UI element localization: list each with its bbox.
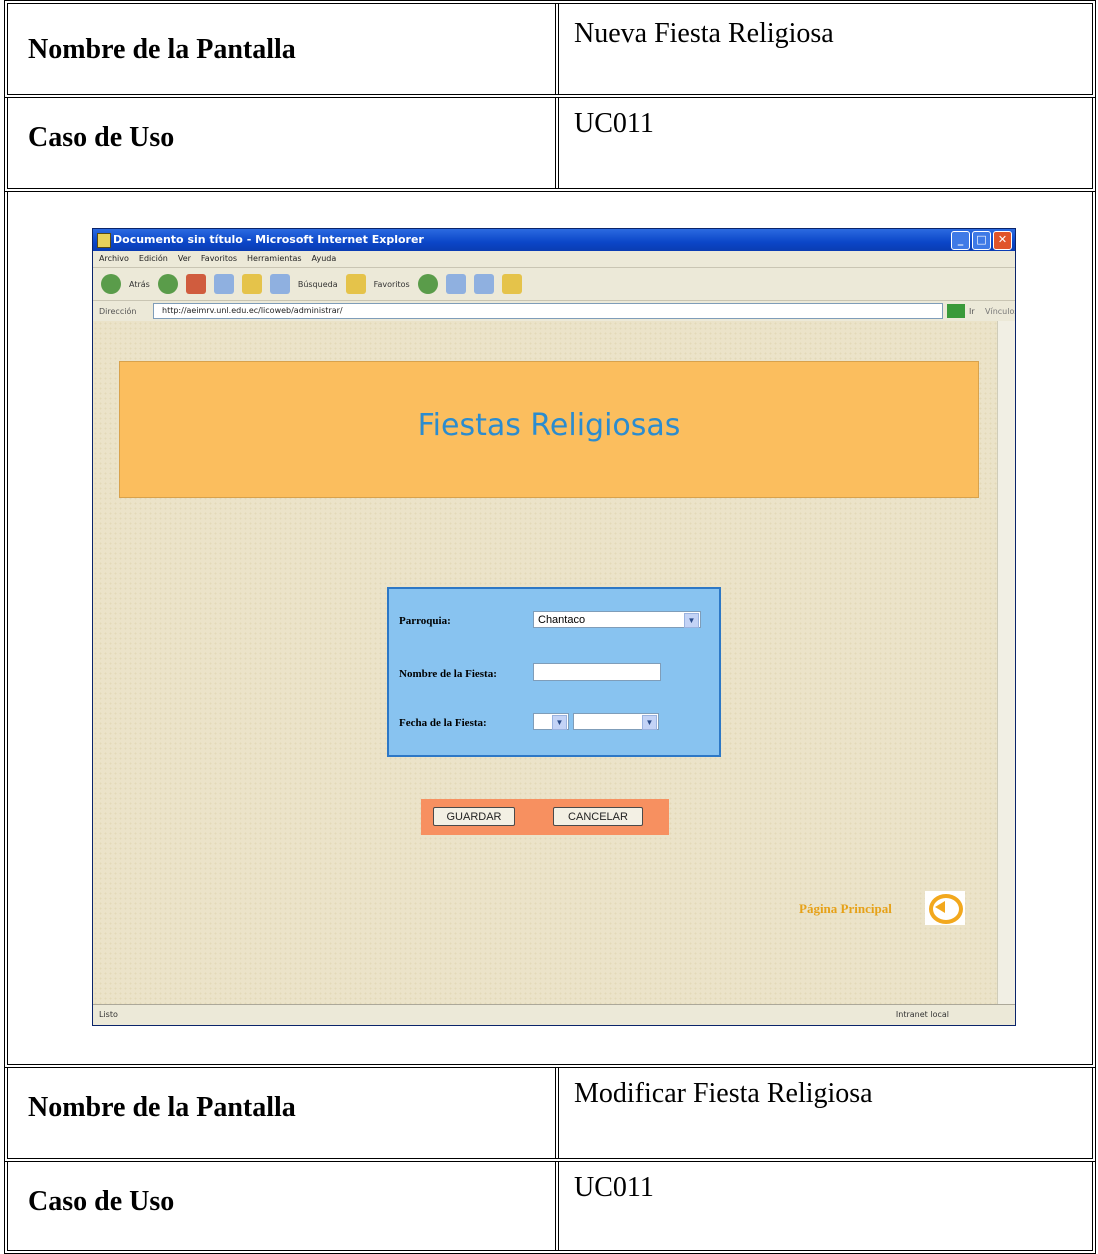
row-screen-name-2: Nombre de la Pantalla Modificar Fiesta R… bbox=[4, 1068, 1096, 1162]
banner: Fiestas Religiosas bbox=[119, 361, 979, 498]
fecha-day-select[interactable]: ▼ bbox=[533, 713, 569, 730]
parroquia-select[interactable]: Chantaco ▼ bbox=[533, 611, 701, 628]
save-button[interactable]: GUARDAR bbox=[433, 807, 515, 826]
row-use-case-1: Caso de Uso UC011 bbox=[4, 98, 1096, 192]
address-input[interactable]: http://aeimrv.unl.edu.ec/licoweb/adminis… bbox=[153, 303, 943, 319]
row-use-case-2: Caso de Uso UC011 bbox=[4, 1162, 1096, 1254]
menu-bar: Archivo Edición Ver Favoritos Herramient… bbox=[93, 251, 1015, 267]
label-use-case-2: Caso de Uso bbox=[28, 1186, 175, 1217]
menu-herramientas[interactable]: Herramientas bbox=[247, 251, 302, 267]
menu-favoritos[interactable]: Favoritos bbox=[201, 251, 237, 267]
parroquia-label: Parroquia: bbox=[399, 615, 451, 627]
status-text: Listo bbox=[99, 1010, 118, 1019]
button-bar: GUARDAR CANCELAR bbox=[421, 799, 669, 835]
fecha-month-select[interactable]: ▼ bbox=[573, 713, 659, 730]
cancel-button[interactable]: CANCELAR bbox=[553, 807, 643, 826]
ie-page-icon bbox=[97, 233, 111, 248]
mail-icon[interactable] bbox=[445, 274, 466, 294]
banner-title: Fiestas Religiosas bbox=[417, 408, 681, 443]
label-screen-name: Nombre de la Pantalla bbox=[28, 34, 296, 65]
minimize-icon[interactable]: _ bbox=[951, 231, 970, 250]
chevron-down-icon[interactable]: ▼ bbox=[684, 613, 699, 628]
favorites-icon[interactable] bbox=[345, 274, 366, 294]
parroquia-value: Chantaco bbox=[538, 614, 586, 626]
value-screen-name: Nueva Fiesta Religiosa bbox=[574, 18, 834, 49]
address-label: Dirección bbox=[99, 306, 137, 316]
home-link[interactable]: Página Principal bbox=[799, 901, 892, 917]
browser-title: Documento sin título - Microsoft Interne… bbox=[113, 233, 424, 246]
label-use-case: Caso de Uso bbox=[28, 122, 175, 153]
chevron-down-icon[interactable]: ▼ bbox=[552, 715, 567, 730]
menu-ayuda[interactable]: Ayuda bbox=[312, 251, 337, 267]
search-label[interactable]: Búsqueda bbox=[298, 280, 338, 289]
nombre-label: Nombre de la Fiesta: bbox=[399, 668, 497, 680]
value-screen-name-2: Modificar Fiesta Religiosa bbox=[574, 1078, 873, 1109]
menu-ver[interactable]: Ver bbox=[178, 251, 191, 267]
folder-icon[interactable] bbox=[501, 274, 522, 294]
forward-icon[interactable] bbox=[157, 274, 178, 294]
history-icon[interactable] bbox=[417, 274, 438, 294]
go-icon[interactable] bbox=[947, 304, 965, 318]
value-use-case: UC011 bbox=[574, 108, 654, 139]
menu-edicion[interactable]: Edición bbox=[139, 251, 168, 267]
vertical-scrollbar[interactable] bbox=[997, 321, 1015, 1005]
maximize-icon[interactable]: □ bbox=[972, 231, 991, 250]
address-bar: Dirección http://aeimrv.unl.edu.ec/licow… bbox=[93, 300, 1015, 322]
chevron-down-icon[interactable]: ▼ bbox=[642, 715, 657, 730]
value-use-case-2: UC011 bbox=[574, 1172, 654, 1203]
search-icon[interactable] bbox=[269, 274, 290, 294]
browser-window: Documento sin título - Microsoft Interne… bbox=[92, 228, 1016, 1026]
back-icon[interactable] bbox=[101, 274, 121, 294]
stop-icon[interactable] bbox=[185, 274, 206, 294]
web-page: Fiestas Religiosas Parroquia: Chantaco ▼… bbox=[93, 321, 998, 1005]
row-screen-name-1: Nombre de la Pantalla Nueva Fiesta Relig… bbox=[4, 0, 1096, 98]
menu-archivo[interactable]: Archivo bbox=[99, 251, 129, 267]
status-bar: Listo Intranet local bbox=[93, 1004, 1015, 1025]
favorites-label[interactable]: Favoritos bbox=[374, 280, 410, 289]
home-icon[interactable] bbox=[241, 274, 262, 294]
close-icon[interactable]: ✕ bbox=[993, 231, 1012, 250]
fiesta-form: Parroquia: Chantaco ▼ Nombre de la Fiest… bbox=[387, 587, 721, 757]
links-label[interactable]: Vínculos bbox=[985, 307, 1015, 316]
refresh-icon[interactable] bbox=[213, 274, 234, 294]
back-label[interactable]: Atrás bbox=[129, 280, 150, 289]
zone-text: Intranet local bbox=[895, 1010, 949, 1019]
back-home-icon[interactable] bbox=[925, 891, 965, 925]
go-label[interactable]: Ir bbox=[969, 307, 985, 316]
nombre-input[interactable] bbox=[533, 663, 661, 681]
label-screen-name-2: Nombre de la Pantalla bbox=[28, 1092, 296, 1123]
print-icon[interactable] bbox=[473, 274, 494, 294]
fecha-label: Fecha de la Fiesta: bbox=[399, 717, 487, 729]
toolbar: Atrás Búsqueda Favoritos bbox=[93, 267, 1015, 300]
browser-titlebar[interactable]: Documento sin título - Microsoft Interne… bbox=[93, 229, 1015, 251]
